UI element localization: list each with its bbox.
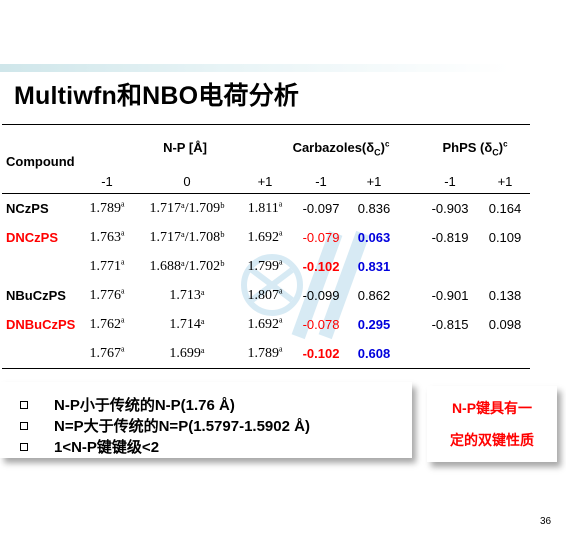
subheader: -1: [444, 173, 456, 189]
compound-name: NCzPS: [6, 201, 49, 216]
subheader: 0: [183, 173, 191, 189]
notes-box: N-P小于传统的N-P(1.76 Å) N=P大于传统的N=P(1.5797-1…: [0, 382, 412, 458]
page-number: 36: [540, 516, 552, 527]
compound-name: NBuCzPS: [6, 288, 66, 303]
square-bullet-icon: [20, 421, 28, 430]
square-bullet-icon: [20, 442, 28, 451]
conclusion-callout: N-P键具有一 定的双键性质: [427, 386, 557, 462]
subheader: +1: [257, 173, 273, 189]
compound-name: DNBuCzPS: [6, 317, 76, 332]
compound-header: Compound: [6, 154, 75, 169]
carbazoles-header: Carbazoles(δC)c: [292, 139, 390, 158]
table-row: DNBuCzPS 1.762a 1.714ᵃ 1.692a -0.078 0.2…: [2, 310, 530, 339]
compound-name: DNCzPS: [6, 230, 59, 245]
slide-title: Multiwfn和NBO电荷分析: [14, 82, 300, 110]
phps-header: PhPS (δC)c: [442, 139, 508, 158]
table-row: 1.767a 1.699ᵃ 1.789a -0.102 0.608: [2, 339, 530, 369]
square-bullet-icon: [20, 400, 28, 409]
subheader: +1: [497, 173, 513, 189]
table-row: DNCzPS 1.763a 1.717ᵃ/1.708ᵇ 1.692a -0.07…: [2, 223, 530, 252]
np-header: N-P [Å]: [163, 139, 207, 155]
table-row: NCzPS 1.789a 1.717ᵃ/1.709ᵇ 1.811a -0.097…: [2, 194, 530, 224]
subheader: -1: [315, 173, 327, 189]
note-item: N=P大于传统的N=P(1.5797-1.5902 Å): [20, 415, 310, 436]
title-accent-bar: [0, 64, 566, 72]
note-item: 1<N-P键键级<2: [20, 436, 159, 457]
table-row: NBuCzPS 1.776a 1.713ᵃ 1.807a -0.099 0.86…: [2, 281, 530, 310]
note-item: N-P小于传统的N-P(1.76 Å): [20, 394, 235, 415]
table-row: 1.771a 1.688ᵃ/1.702ᵇ 1.799a -0.102 0.831: [89, 256, 391, 274]
subheader: -1: [101, 173, 113, 189]
nmr-data-table: Compound N-P [Å] Carbazoles(δC)c PhPS (δ…: [2, 124, 530, 369]
subheader: +1: [366, 173, 382, 189]
